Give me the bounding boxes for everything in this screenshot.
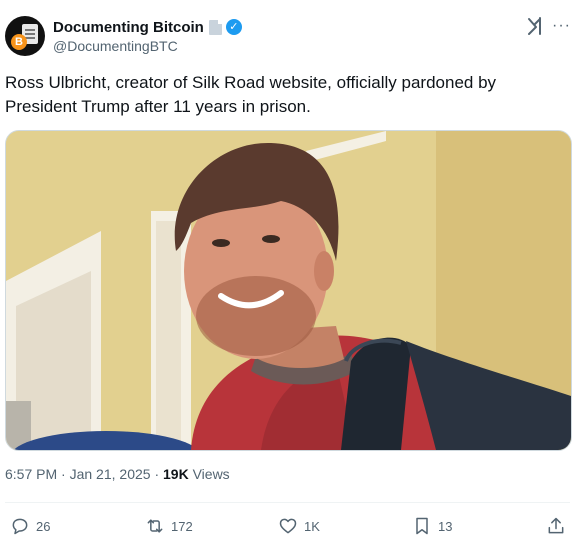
verified-badge-icon[interactable]: ✓ (225, 19, 242, 35)
repost-count: 172 (171, 518, 193, 534)
page-facing-up-icon (208, 19, 222, 35)
tweet-meta: 6:57 PM · Jan 21, 2025 · 19K Views (5, 466, 230, 482)
like-button[interactable]: 1K (278, 514, 320, 538)
tweet-time[interactable]: 6:57 PM (5, 466, 57, 482)
like-count: 1K (304, 518, 320, 534)
share-icon (548, 517, 564, 534)
author-display-name[interactable]: Documenting Bitcoin (53, 19, 204, 36)
heart-icon (279, 518, 297, 534)
meta-separator: · (61, 466, 66, 482)
bitcoin-icon: B (11, 34, 27, 50)
tweet-text: Ross Ulbricht, creator of Silk Road webs… (5, 73, 497, 116)
bookmark-icon (416, 517, 428, 535)
photo-image (6, 131, 571, 450)
more-options-icon[interactable]: ··· (552, 17, 571, 35)
bookmark-button[interactable]: 13 (412, 514, 452, 538)
views-label: Views (192, 466, 230, 482)
tweet-photo[interactable] (5, 130, 572, 451)
reply-count: 26 (36, 518, 51, 534)
author-name-row: Documenting Bitcoin ✓ (53, 17, 242, 37)
repost-button[interactable]: 172 (145, 514, 193, 538)
grok-icon[interactable] (527, 16, 545, 36)
tweet-card: B Documenting Bitcoin ✓ @DocumentingBTC … (0, 0, 584, 550)
reply-icon (12, 518, 28, 535)
reply-button[interactable]: 26 (10, 514, 50, 538)
share-button[interactable] (546, 514, 566, 538)
avatar[interactable]: B (5, 16, 45, 56)
bookmark-count: 13 (438, 518, 453, 534)
views-count: 19K (163, 466, 189, 482)
author-handle[interactable]: @DocumentingBTC (53, 38, 178, 54)
divider (5, 502, 570, 503)
meta-separator: · (154, 466, 160, 482)
tweet-date[interactable]: Jan 21, 2025 (70, 466, 151, 482)
repost-icon (147, 519, 163, 533)
